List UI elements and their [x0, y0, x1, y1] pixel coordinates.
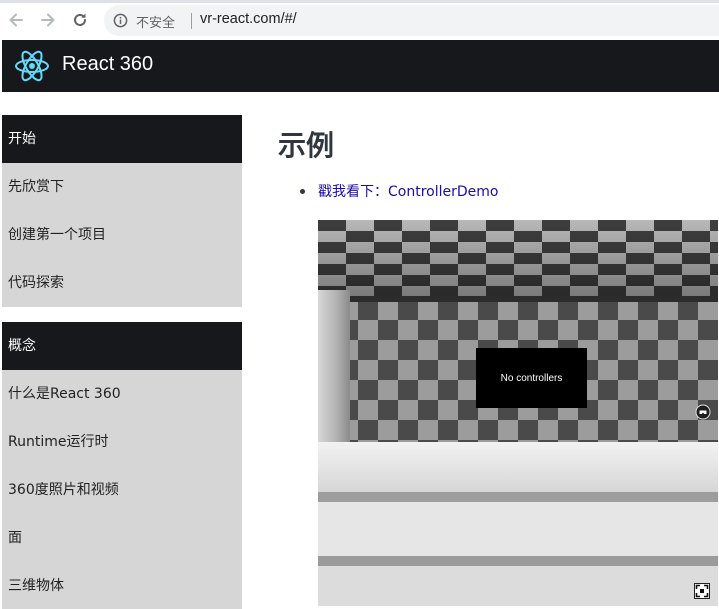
sidebar-gap: [2, 307, 242, 322]
brand-title[interactable]: React 360: [62, 53, 153, 76]
address-bar[interactable]: 不安全 vr-react.com/#/: [104, 5, 719, 36]
site-header: React 360: [2, 40, 719, 92]
sidebar-item-surfaces[interactable]: 面: [2, 514, 242, 562]
stage-step-top: [318, 442, 718, 500]
stage-step-bottom: [318, 566, 718, 606]
sidebar: 开始 先欣赏下 创建第一个项目 代码探索 概念 什么是React 360 Run…: [2, 115, 242, 609]
arrow-left-icon: [9, 13, 23, 27]
sidebar-item-360-media[interactable]: 360度照片和视频: [2, 466, 242, 514]
insecure-label: 不安全: [136, 16, 176, 31]
stage-step-middle: [318, 502, 718, 562]
example-link-controller-demo[interactable]: 戳我看下：ControllerDemo: [318, 181, 498, 201]
info-icon[interactable]: [113, 13, 128, 28]
pillar: [318, 290, 350, 460]
url-text[interactable]: vr-react.com/#/: [200, 11, 297, 27]
arrow-right-icon: [41, 13, 55, 27]
list-bullet: [300, 189, 305, 194]
sidebar-item-first-project[interactable]: 创建第一个项目: [2, 211, 242, 259]
stage-step-edge-lower: [318, 556, 718, 566]
vr-headset-icon[interactable]: [695, 404, 711, 420]
vr-demo-canvas[interactable]: No controllers: [318, 220, 718, 606]
forward-button[interactable]: [37, 9, 59, 31]
ceiling-edge: [318, 296, 718, 302]
sidebar-section-start: 开始: [2, 115, 242, 163]
reload-icon: [74, 13, 86, 26]
stage-step-edge: [318, 492, 718, 502]
react-logo-icon[interactable]: [14, 49, 50, 83]
browser-toolbar: 不安全 vr-react.com/#/: [0, 0, 719, 40]
page-title: 示例: [278, 129, 335, 162]
fullscreen-icon[interactable]: [694, 583, 710, 599]
sidebar-item-code-explore[interactable]: 代码探索: [2, 259, 242, 307]
tab-strip-edge: [0, 0, 719, 3]
back-button[interactable]: [5, 9, 27, 31]
vr-scene: [318, 220, 718, 606]
sidebar-item-3d-objects[interactable]: 三维物体: [2, 562, 242, 609]
sidebar-item-runtime[interactable]: Runtime运行时: [2, 418, 242, 466]
sidebar-item-what-is-react360[interactable]: 什么是React 360: [2, 370, 242, 418]
sidebar-item-preview[interactable]: 先欣赏下: [2, 163, 242, 211]
reload-button[interactable]: [69, 9, 91, 31]
controller-status-panel: No controllers: [476, 348, 587, 408]
sidebar-section-concepts: 概念: [2, 322, 242, 370]
address-divider: [191, 13, 192, 29]
ceiling-shade: [318, 220, 718, 300]
